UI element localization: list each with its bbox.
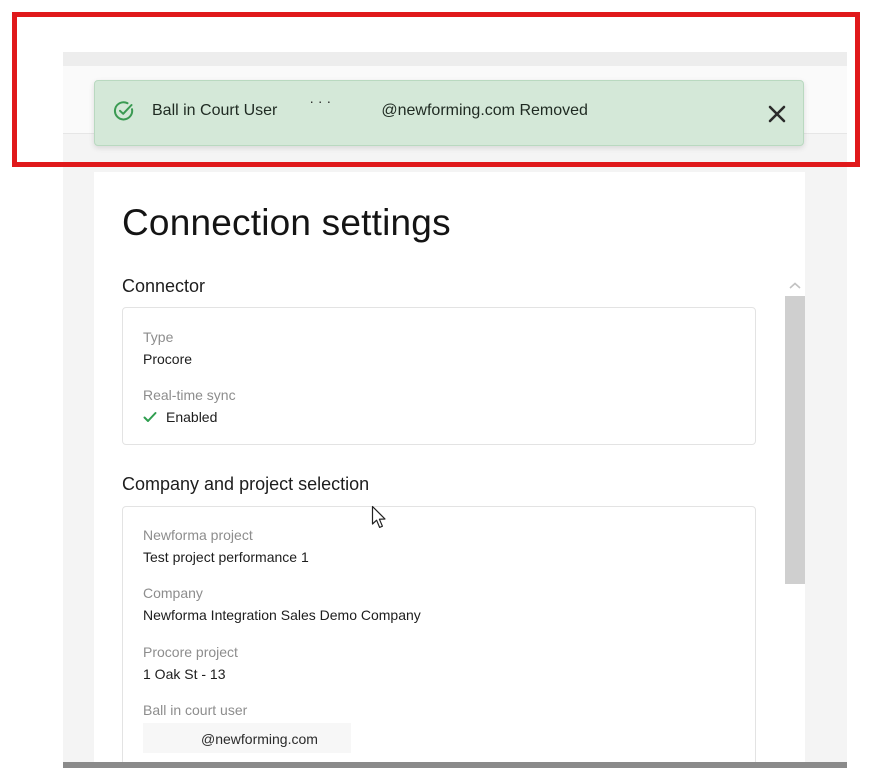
checkmark-icon [143, 410, 157, 422]
realtime-sync-status: Enabled [166, 409, 218, 425]
procore-project-label: Procore project [143, 644, 238, 660]
company-label: Company [143, 585, 203, 601]
connector-card: Type Procore Real-time sync Enabled [122, 307, 756, 445]
app-top-bar [63, 52, 847, 67]
close-icon [765, 105, 789, 129]
toast-message-prefix: Ball in Court User [152, 102, 278, 119]
page-title: Connection settings [122, 202, 451, 243]
connection-settings-panel: Connection settings Connector Type Proco… [94, 172, 805, 764]
realtime-sync-label: Real-time sync [143, 387, 236, 403]
newforma-project-label: Newforma project [143, 527, 253, 543]
redacted-text [277, 93, 381, 117]
check-circle-icon [113, 100, 135, 122]
realtime-sync-value: Enabled [143, 409, 217, 425]
newforma-project-value: Test project performance 1 [143, 549, 309, 565]
toast-message: Ball in Court User @newforming.com Remove… [152, 93, 588, 120]
selection-section-title: Company and project selection [122, 474, 370, 494]
scroll-up-button[interactable] [787, 280, 803, 292]
success-toast: Ball in Court User @newforming.com Remove… [94, 80, 804, 146]
ball-in-court-label: Ball in court user [143, 702, 248, 718]
chevron-up-icon [787, 280, 803, 295]
ball-in-court-value: @newforming.com [201, 731, 318, 747]
type-value: Procore [143, 351, 193, 367]
procore-project-value: 1 Oak St - 13 [143, 666, 226, 682]
type-label: Type [143, 329, 174, 345]
toast-close-button[interactable] [765, 102, 789, 126]
bottom-border-bar [63, 762, 847, 768]
selection-card: Newforma project Test project performanc… [122, 506, 756, 764]
company-value: Newforma Integration Sales Demo Company [143, 607, 421, 623]
scrollbar-thumb[interactable] [785, 296, 805, 584]
connector-section-title: Connector [122, 276, 206, 296]
mouse-pointer-icon [371, 505, 389, 531]
toast-message-suffix: @newforming.com Removed [381, 102, 588, 119]
